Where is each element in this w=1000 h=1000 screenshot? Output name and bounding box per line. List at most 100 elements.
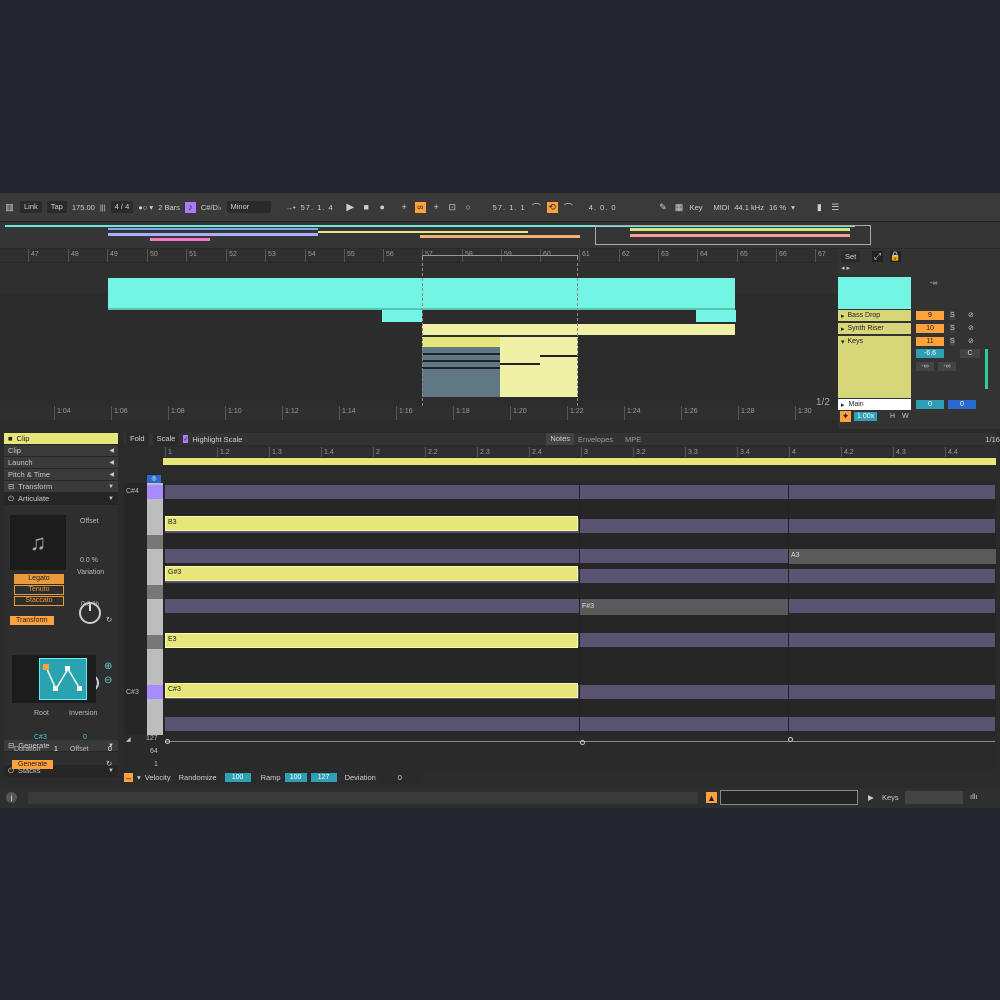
keys-volume[interactable]: -6.6 [916,349,944,358]
main-track-header[interactable]: ▸ Main [838,399,911,410]
automation-arm-icon[interactable]: ∞ [414,201,426,213]
solo-button[interactable]: S [950,311,955,320]
track-header-keys[interactable]: ▾ Keys [838,336,911,398]
bass-drop-clip-b[interactable] [696,310,736,322]
loop-length-field[interactable]: 4. 0. 0 [589,203,617,212]
punch-out-icon[interactable]: ⌒ [563,202,574,213]
io-icon[interactable]: ▮ [814,202,825,213]
bass-vol-inf[interactable]: -∞ [930,279,937,288]
arm-icon[interactable]: ⊘ [968,324,974,333]
cpu-dropdown-icon[interactable]: ▾ [791,203,795,212]
transform-button[interactable]: Transform [10,616,54,625]
note-c-sharp-3[interactable]: C#3 [165,683,578,698]
chord-shape-icon[interactable] [39,658,87,700]
key[interactable] [147,585,163,599]
tab-notes[interactable]: Notes [546,433,575,445]
key-c3[interactable] [147,685,163,699]
w-button[interactable]: W [902,412,909,421]
track-header-bass-drop[interactable]: ▸ Bass Drop [838,310,911,321]
device-thumbnail[interactable] [905,791,963,804]
legato-button[interactable]: Legato [14,574,64,584]
loop-start-field[interactable]: 57. 1. 1 [493,203,526,212]
velocity-dropdown-icon[interactable]: ▾ [137,773,141,782]
sidebar-item-transform[interactable]: ⊟ Transform ▼ [4,481,118,493]
solo-button[interactable]: S [950,337,955,346]
menu-icon[interactable]: ☰ [830,202,841,213]
clip-header[interactable]: ■ Clip [4,433,118,445]
offset-value[interactable]: 0 [108,746,112,753]
h-button[interactable]: H [890,412,895,421]
ramp-end[interactable]: 127 [310,773,337,782]
send-a[interactable]: -∞ [916,362,934,371]
main-volume[interactable]: 0 [916,400,944,409]
sidebar-item-clip[interactable]: Clip ◀ [4,445,118,457]
send-b[interactable]: -∞ [938,362,956,371]
key[interactable] [147,535,163,549]
stop-icon[interactable]: ■ [361,202,372,213]
fold-button[interactable]: Fold [126,433,149,445]
sidebar-item-launch[interactable]: Launch ◀ [4,457,118,469]
meter-field[interactable]: 4 / 4 [110,201,134,213]
bar-ruler[interactable]: 47 48 49 50 51 52 53 54 55 56 57 58 59 6… [0,249,838,262]
tempo-field[interactable]: 175.00 [72,203,95,212]
tempo-follow-icon[interactable]: ✦ [840,411,851,422]
beat-ruler[interactable]: 1 1.2 1.3 1.4 2 2.2 2.3 2.4 3 3.2 3.3 3.… [163,447,998,457]
layout-icon[interactable]: ▥ [4,202,15,213]
deviation-field[interactable]: 0 [379,771,420,784]
follow-icon[interactable]: →• [286,203,296,212]
ramp-start[interactable]: 100 [284,773,307,782]
track-number[interactable]: 9 [916,311,944,320]
expand-icon[interactable]: ⤢ [872,251,883,262]
key-select[interactable]: C#/D♭ [201,203,222,212]
tap-button[interactable]: Tap [46,201,67,213]
overdub-icon[interactable]: + [399,202,410,213]
sidebar-item-pitch-time[interactable]: Pitch & Time ◀ [4,469,118,481]
bass-drop-clip-a[interactable] [382,310,422,322]
set-button[interactable]: Set [841,251,861,263]
nav-arrows-icon[interactable]: ◂ ▸ [841,264,850,272]
fold-toggle-icon[interactable]: ◎ [147,475,161,483]
play-track-icon[interactable]: ▶ [868,793,874,802]
scale-mode-icon[interactable]: ♪ [184,201,196,213]
checkbox-icon[interactable]: ✓ [183,435,189,443]
pan-field[interactable]: C [960,349,980,358]
play-icon[interactable]: ▶ [345,202,356,213]
lock-icon[interactable]: 🔒 [890,251,901,262]
arm-icon[interactable]: ⊘ [968,337,974,346]
warning-icon[interactable]: ▲ [706,792,717,803]
draw-mode-icon[interactable]: ✎ [658,202,669,213]
loop-brace[interactable] [422,255,578,260]
ghost-note-f-sharp-3[interactable]: F#3 [580,600,788,615]
velocity-menu-icon[interactable]: – [124,773,133,783]
speed-field[interactable]: 1.00x [854,412,878,421]
main-cue[interactable]: 0 [948,400,976,409]
add-icon[interactable]: ⊕ [104,661,112,672]
key-c4[interactable] [147,485,163,499]
tenuto-button[interactable]: Tenuto [14,585,64,595]
arrangement-position[interactable]: 57. 1. 4 [301,203,334,212]
key[interactable] [147,635,163,649]
staccato-button[interactable]: Staccato [14,596,64,606]
track-number[interactable]: 11 [916,337,944,346]
record-icon[interactable]: ● [377,202,388,213]
remove-icon[interactable]: ⊖ [104,675,112,686]
note-e3[interactable]: E3 [165,633,578,648]
track-header-synth-riser[interactable]: ▸ Synth Riser [838,323,911,334]
arrangement-tracks[interactable]: 1/2 [0,263,838,408]
arrangement-overview[interactable] [0,222,1000,248]
bass-track-header[interactable] [838,277,911,309]
tab-mpe[interactable]: MPE [625,435,641,444]
info-icon[interactable]: i [6,792,17,803]
quantization-select[interactable]: 2 Bars [158,203,180,212]
keyboard-icon[interactable]: ▦ [674,202,685,213]
loop-bar[interactable] [163,458,996,465]
scale-select[interactable]: Minor [226,201,271,213]
duration-value[interactable]: 1 [54,746,58,753]
scale-button[interactable]: Scale [152,433,180,445]
refresh-icon[interactable]: ↻ [106,615,112,624]
ghost-note-a3[interactable]: A3 [789,549,996,564]
note-g-sharp-3[interactable]: G#3 [165,566,578,581]
punch-in-icon[interactable]: ⌒ [531,202,542,213]
tab-envelopes[interactable]: Envelopes [578,435,613,444]
refresh-icon[interactable]: ↻ [106,759,112,768]
